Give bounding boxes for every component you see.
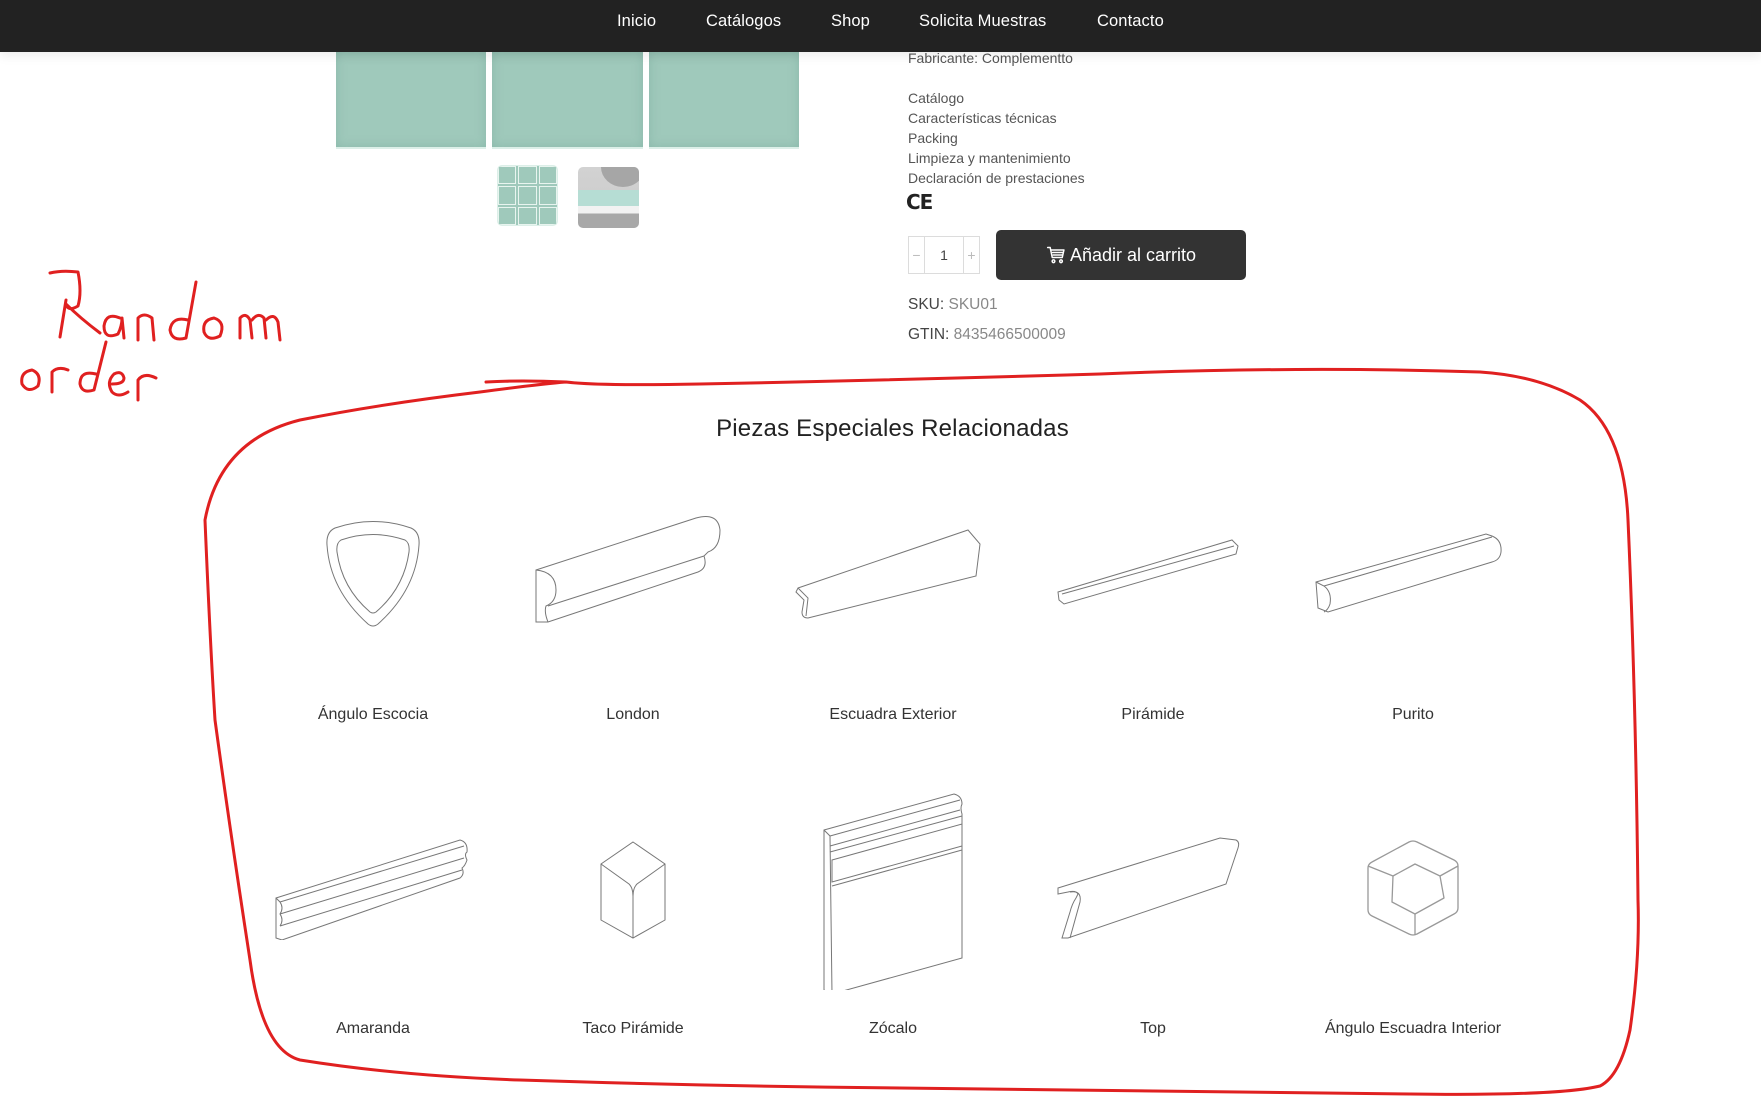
angulo-escuadra-interior-icon [1367,840,1459,936]
annotation-letter-e [107,371,130,397]
angulo-escocia-icon [326,521,420,627]
annotation-letter-r [48,269,102,339]
thumbnail-tile-grid[interactable] [497,165,558,226]
nav-contacto[interactable]: Contacto [1097,12,1164,31]
sku-row: SKU: SKU01 [908,296,998,314]
purito-icon [1315,533,1502,613]
piece-label: Zócalo [868,1020,918,1037]
related-piece-card[interactable]: Ángulo Escocia [248,500,498,730]
quantity-input[interactable]: 1 [925,237,963,273]
product-main-image[interactable] [336,52,799,149]
annotation-letter-d2 [78,340,108,393]
top-navigation: Inicio Catálogos Shop Solicita Muestras … [0,0,1761,52]
annotation-letter-r3 [136,373,158,402]
mirror-shape [601,167,639,187]
annotation-letter-a [102,314,126,340]
thumbnail-bathroom-photo[interactable] [578,167,639,228]
related-piece-card[interactable]: Escuadra Exterior [768,500,1018,730]
piece-label: Pirámide [1121,706,1185,723]
tile-image [336,52,487,149]
piece-label: Escuadra Exterior [829,706,957,723]
doc-link-packing[interactable]: Packing [908,130,958,146]
piece-label: Amaranda [336,1020,410,1037]
top-icon [1057,837,1240,939]
amaranda-icon [275,839,468,940]
zocalo-icon [823,793,963,990]
escuadra-exterior-icon [795,529,981,619]
doc-link-catalogo[interactable]: Catálogo [908,90,964,106]
qty-increment-button[interactable]: + [963,237,979,273]
nav-inicio[interactable]: Inicio [617,12,656,31]
related-piece-card[interactable]: London [508,500,758,730]
annotation-letter-o2 [20,368,41,391]
ce-mark-icon: CE [906,190,933,214]
doc-link-caracteristicas[interactable]: Características técnicas [908,110,1057,126]
add-to-cart-button[interactable]: Añadir al carrito [996,230,1246,280]
annotation-letter-m [238,313,282,342]
quantity-stepper: − 1 + [908,236,980,274]
piece-label: Ángulo Escocia [317,706,429,723]
taco-piramide-icon [600,841,666,939]
gtin-label: GTIN: [908,326,950,343]
piece-label: Top [1140,1020,1166,1037]
sku-label: SKU: [908,296,945,313]
add-to-cart-label: Añadir al carrito [1069,244,1197,265]
manufacturer: Fabricante: Complementto [908,50,1073,66]
related-piece-card[interactable]: Zócalo [768,780,1018,1050]
related-piece-card[interactable]: Top [1028,790,1278,1050]
related-piece-card[interactable]: Purito [1288,500,1538,730]
piece-label: Purito [1392,706,1434,723]
gtin-value: 8435466500009 [953,326,1066,343]
nav-catalogos[interactable]: Catálogos [706,12,781,31]
related-piece-card[interactable]: Taco Pirámide [508,790,758,1050]
qty-decrement-button[interactable]: − [909,237,925,273]
tile-image [492,52,643,149]
annotation-letter-r2 [50,366,70,394]
nav-shop[interactable]: Shop [831,12,870,31]
london-icon [535,516,721,623]
piece-label: London [606,706,660,723]
related-pieces-title: Piezas Especiales Relacionadas [716,415,1069,442]
annotation-letter-o [202,316,224,340]
tile-image [648,52,799,149]
doc-link-limpieza[interactable]: Limpieza y mantenimiento [908,150,1071,166]
gtin-row: GTIN: 8435466500009 [908,326,1066,344]
piramide-icon [1057,539,1239,605]
piece-label: Ángulo Escuadra Interior [1324,1020,1502,1037]
related-piece-card[interactable]: Ángulo Escuadra Interior [1288,790,1538,1050]
annotation-letter-d [168,280,198,341]
related-piece-card[interactable]: Pirámide [1028,500,1278,730]
sku-value: SKU01 [948,296,998,313]
doc-link-declaracion[interactable]: Declaración de prestaciones [908,170,1085,186]
related-piece-card[interactable]: Amaranda [248,790,498,1050]
cart-icon [1046,246,1065,264]
nav-solicita-muestras[interactable]: Solicita Muestras [919,12,1046,31]
annotation-letter-n [136,313,156,342]
piece-label: Taco Pirámide [582,1020,684,1037]
